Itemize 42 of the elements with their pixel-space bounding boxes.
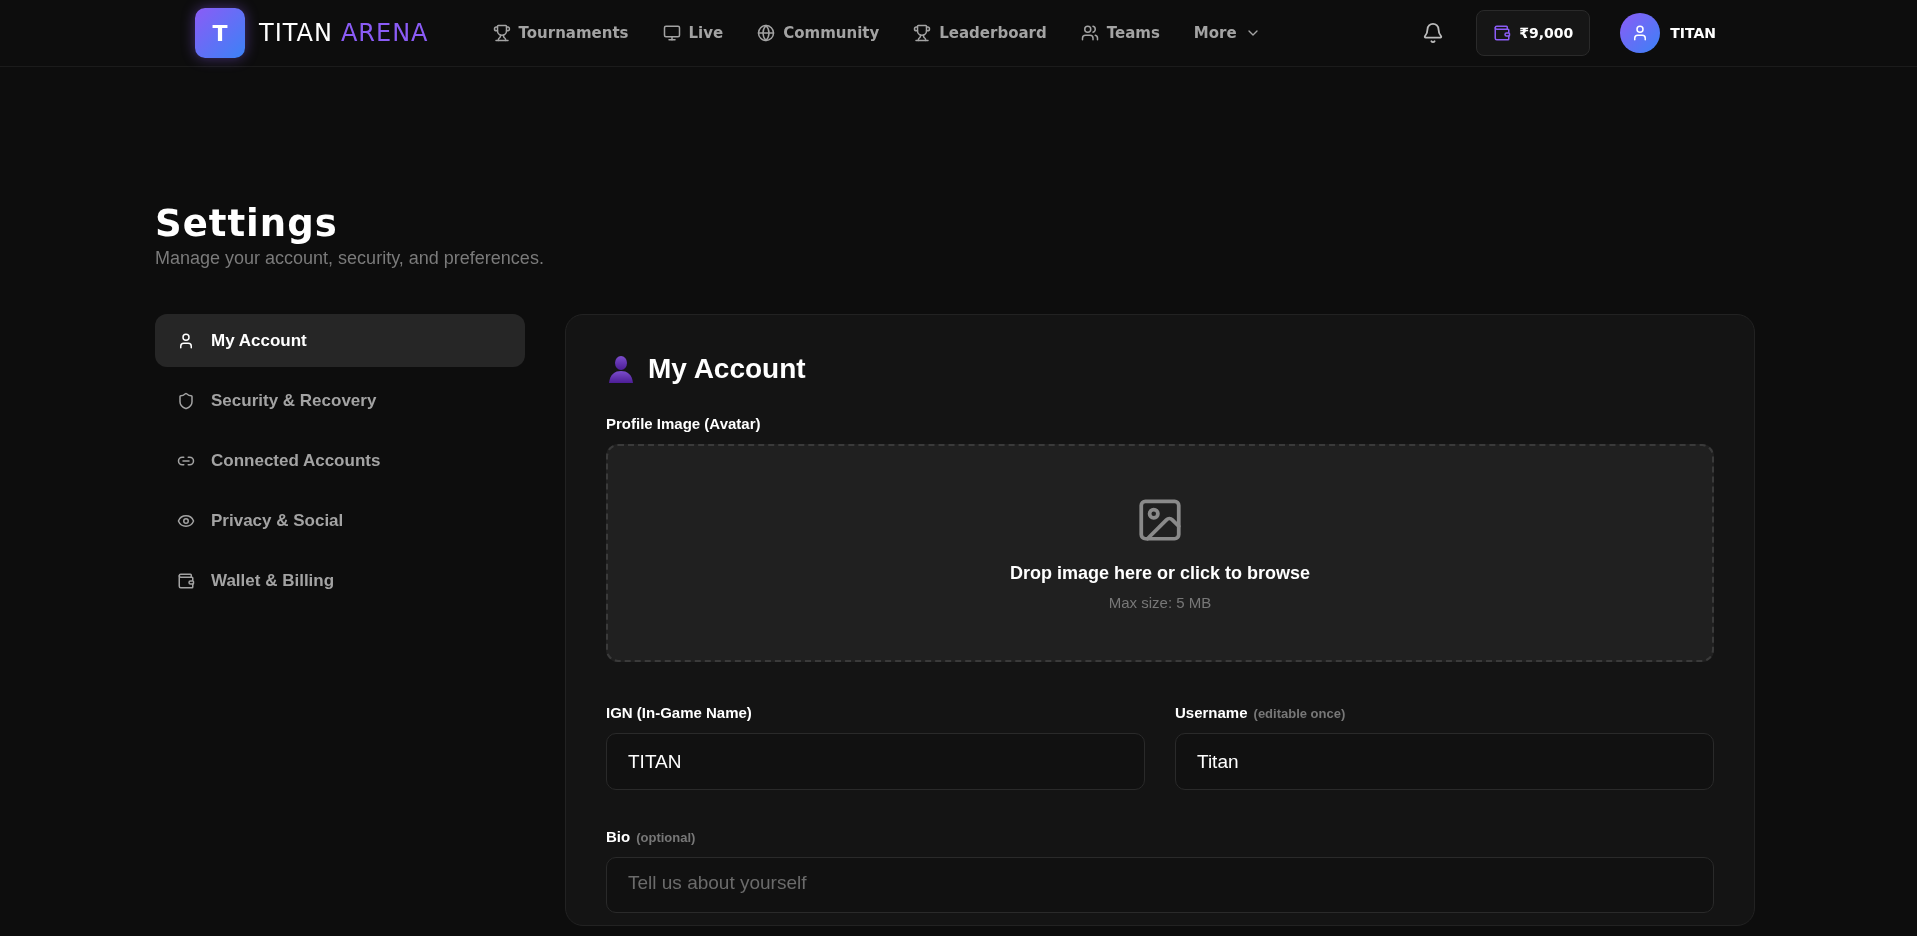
nav-link[interactable]: Live bbox=[662, 24, 724, 42]
sidebar-item[interactable]: Wallet & Billing bbox=[155, 554, 525, 607]
person-icon bbox=[606, 354, 636, 384]
nav-link[interactable]: Tournaments bbox=[492, 24, 629, 42]
brand-name: ARENA bbox=[340, 19, 429, 47]
wallet-button[interactable]: ₹9,000 bbox=[1476, 10, 1591, 56]
page-title: Settings bbox=[155, 202, 338, 246]
globe-icon bbox=[757, 24, 776, 42]
size-limit-text: Max size: 5 MB bbox=[1108, 594, 1212, 611]
nav-link[interactable]: Teams bbox=[1080, 24, 1160, 42]
logo-mark[interactable]: T bbox=[195, 8, 245, 58]
users-icon bbox=[1080, 24, 1099, 42]
field-label: Bio bbox=[606, 828, 631, 845]
bell-icon bbox=[1422, 22, 1445, 44]
field-label: Profile Image (Avatar) bbox=[606, 415, 761, 432]
brand-name: TITAN bbox=[259, 19, 333, 47]
field-label: Username bbox=[1175, 704, 1248, 721]
nav-link[interactable]: Leaderboard bbox=[913, 24, 1047, 42]
text-input[interactable]: TITAN bbox=[606, 733, 1145, 790]
sidebar-item[interactable]: Connected Accounts bbox=[155, 434, 525, 487]
sidebar-item[interactable]: Privacy & Social bbox=[155, 494, 525, 547]
monitor-icon bbox=[662, 24, 681, 42]
nav-link[interactable]: Community bbox=[757, 24, 880, 42]
field-hint: (editable once) bbox=[1253, 706, 1346, 721]
sidebar-item[interactable]: My Account bbox=[155, 314, 525, 367]
trophy-icon bbox=[913, 24, 932, 42]
wallet-icon bbox=[177, 571, 195, 590]
user-menu[interactable]: TITAN bbox=[1614, 12, 1722, 54]
bio-field[interactable]: Tell us about yourself bbox=[606, 857, 1714, 913]
sidebar-item[interactable]: Security & Recovery bbox=[155, 374, 525, 427]
field-label: IGN (In-Game Name) bbox=[606, 704, 752, 721]
page-subtitle: Manage your account, security, and preferences. bbox=[155, 247, 544, 270]
section-title: My Account bbox=[648, 353, 806, 385]
nav-dropdown[interactable]: More bbox=[1193, 24, 1261, 42]
wallet-icon bbox=[1493, 24, 1512, 42]
field-hint: (optional) bbox=[636, 830, 696, 845]
text-input[interactable]: Titan bbox=[1175, 733, 1714, 790]
trophy-icon bbox=[492, 24, 511, 42]
dropzone-prompt: Drop image here or click to browse bbox=[1009, 563, 1311, 584]
user-icon bbox=[177, 331, 195, 350]
shield-icon bbox=[177, 391, 195, 410]
image-dropzone[interactable]: Drop image here or click to browse Max size: 5 MB bbox=[606, 444, 1714, 662]
